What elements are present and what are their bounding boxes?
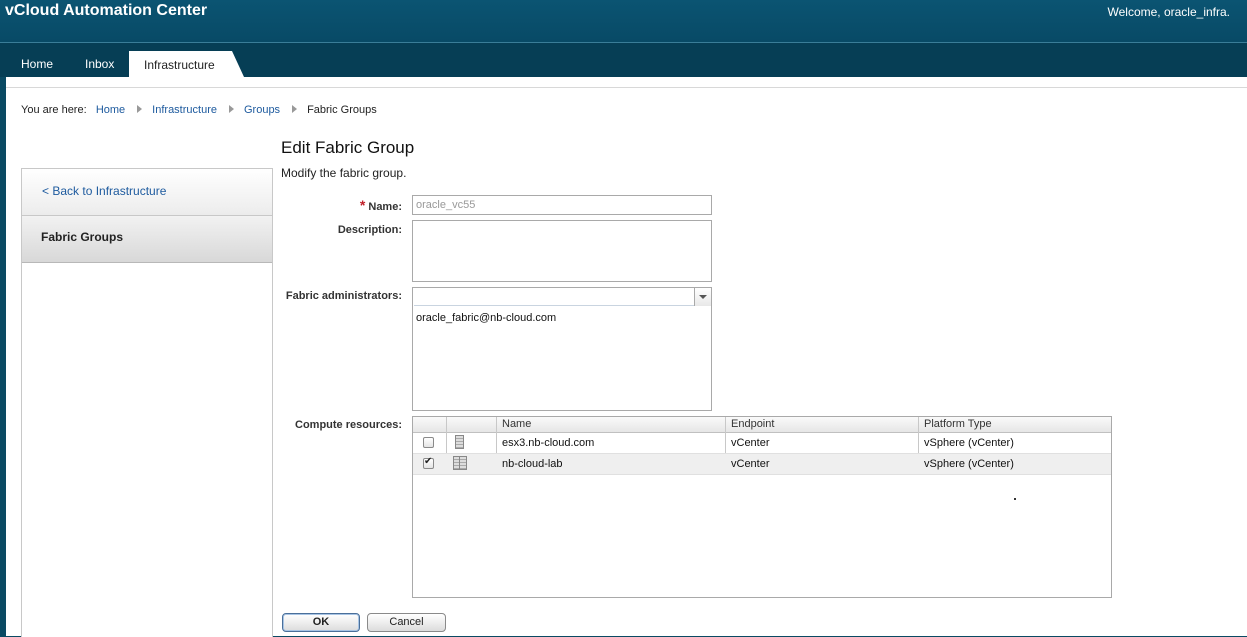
tab-infrastructure[interactable]: Infrastructure	[129, 51, 244, 77]
back-link-label: < Back to Infrastructure	[42, 184, 167, 198]
breadcrumb: You are here: Home Infrastructure Groups Fa…	[21, 104, 377, 116]
back-to-infrastructure-link[interactable]: < Back to Infrastructure	[22, 169, 272, 216]
breadcrumb-groups[interactable]: Groups	[244, 104, 280, 116]
speck	[1014, 498, 1016, 500]
breadcrumb-arrow-icon	[228, 105, 234, 113]
breadcrumb-current: Fabric Groups	[307, 104, 377, 116]
sidebar-item-fabric-groups[interactable]: Fabric Groups	[22, 216, 272, 263]
chevron-down-icon[interactable]	[694, 288, 711, 306]
main-panel: You are here: Home Infrastructure Groups Fa…	[6, 77, 1247, 637]
column-header-endpoint[interactable]: Endpoint	[731, 418, 774, 430]
fabric-admins-picker: oracle_fabric@nb-cloud.com	[412, 287, 712, 411]
required-asterisk-icon: *	[359, 197, 366, 213]
row-checkbox[interactable]	[423, 456, 434, 469]
app-title: vCloud Automation Center	[5, 2, 208, 19]
breadcrumb-infrastructure[interactable]: Infrastructure	[152, 104, 217, 116]
cluster-server-icon	[453, 456, 467, 470]
ok-button[interactable]: OK	[282, 613, 360, 632]
tab-home[interactable]: Home	[21, 57, 53, 71]
breadcrumb-arrow-icon	[292, 105, 298, 113]
admin-list-item[interactable]: oracle_fabric@nb-cloud.com	[416, 312, 556, 324]
row-endpoint: vCenter	[731, 458, 770, 470]
grid-header: Name Endpoint Platform Type	[413, 417, 1111, 433]
fabric-admins-input[interactable]	[414, 289, 695, 306]
description-field[interactable]	[412, 220, 712, 282]
compute-resources-label: Compute resources:	[295, 419, 402, 431]
name-label-text: Name:	[368, 201, 402, 213]
row-endpoint: vCenter	[731, 437, 770, 449]
row-platform-type: vSphere (vCenter)	[924, 437, 1014, 449]
name-label: * Name:	[306, 197, 402, 213]
name-field[interactable]	[412, 195, 712, 215]
table-row[interactable]: nb-cloud-lab vCenter vSphere (vCenter)	[413, 454, 1111, 475]
sidebar: < Back to Infrastructure Fabric Groups	[21, 168, 273, 637]
description-label: Description:	[337, 224, 402, 236]
breadcrumb-home[interactable]: Home	[96, 104, 125, 116]
welcome-text: Welcome, oracle_infra.	[1107, 5, 1231, 19]
column-header-name[interactable]: Name	[502, 418, 531, 430]
cancel-button[interactable]: Cancel	[367, 613, 446, 632]
compute-resources-grid: Name Endpoint Platform Type esx3.nb-clou…	[412, 416, 1112, 598]
breadcrumb-prefix: You are here:	[21, 104, 87, 116]
fabric-admins-label: Fabric administrators:	[285, 290, 402, 302]
table-row[interactable]: esx3.nb-cloud.com vCenter vSphere (vCent…	[413, 433, 1111, 454]
divider	[6, 87, 1247, 88]
breadcrumb-arrow-icon	[137, 105, 143, 113]
host-server-icon	[455, 435, 464, 449]
tab-infrastructure-label: Infrastructure	[144, 58, 215, 72]
row-name: esx3.nb-cloud.com	[502, 437, 595, 449]
row-checkbox[interactable]	[423, 437, 434, 448]
app-header: vCloud Automation Center Welcome, oracle…	[0, 0, 1247, 43]
sidebar-item-label: Fabric Groups	[41, 230, 124, 244]
page-subtitle: Modify the fabric group.	[281, 166, 407, 180]
tab-inbox[interactable]: Inbox	[85, 57, 114, 71]
column-header-platform-type[interactable]: Platform Type	[924, 418, 992, 430]
row-name: nb-cloud-lab	[502, 458, 563, 470]
row-platform-type: vSphere (vCenter)	[924, 458, 1014, 470]
page-title: Edit Fabric Group	[281, 138, 415, 157]
